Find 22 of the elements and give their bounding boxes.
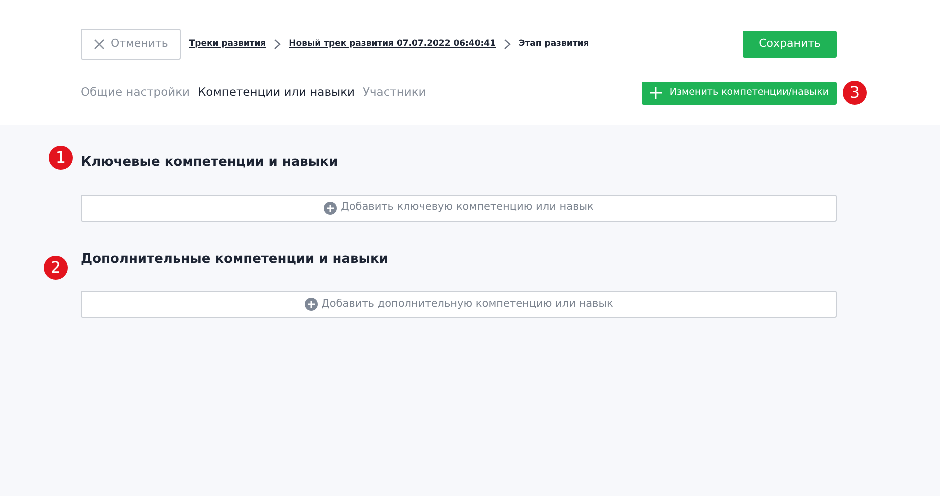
add-competency-button[interactable]: Добавить ключевую компетенцию или навык [81, 194, 837, 222]
tab[interactable]: Общие настройки [81, 84, 190, 102]
cancel-button[interactable]: Отменить [81, 29, 182, 60]
callout-marker: 3 [843, 80, 867, 104]
add-competency-button[interactable]: Добавить дополнительную компетенцию или навык [81, 291, 837, 318]
edit-competencies-button[interactable]: Изменить компетенции/навыки [642, 82, 837, 104]
chevron-icon [274, 38, 282, 50]
close-icon [94, 38, 105, 50]
callout-marker: 1 [49, 146, 73, 170]
save-button[interactable]: Сохранить [743, 30, 837, 58]
plus-circle-icon [304, 298, 318, 312]
breadcrumb-current: Этап развития [519, 38, 590, 51]
plus-circle-icon [324, 202, 338, 215]
chevron-icon [504, 38, 511, 50]
breadcrumb-link[interactable]: Треки развития [189, 38, 266, 51]
section-title: Ключевые компетенции и навыки [81, 155, 340, 171]
plus-icon [650, 87, 662, 99]
tab[interactable]: Компетенции или навыки [198, 84, 355, 102]
breadcrumb-link[interactable]: Новый трек развития 07.07.2022 06:40:41 [289, 38, 496, 51]
callout-marker: 2 [44, 256, 68, 280]
section-title: Дополнительные компетенции и навыки [81, 252, 390, 268]
tab[interactable]: Участники [363, 84, 426, 102]
